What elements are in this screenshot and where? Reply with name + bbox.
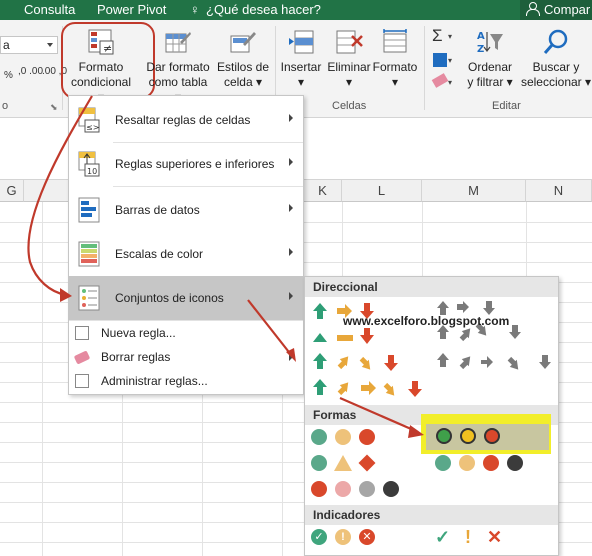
annotation-arrow-curve [27, 95, 93, 297]
annotation-arrow-line [247, 299, 293, 357]
annotation-arrowhead [408, 425, 424, 438]
annotation-arrowhead [60, 288, 72, 302]
annotation-arrow-line [339, 396, 419, 434]
annotation-arrows [27, 95, 424, 438]
